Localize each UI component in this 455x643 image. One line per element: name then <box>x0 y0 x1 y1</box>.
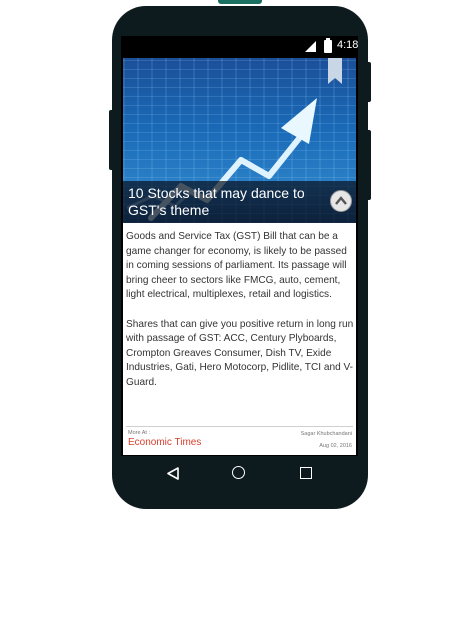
publish-date: Aug 02, 2016 <box>319 443 352 449</box>
footer-divider <box>126 426 353 427</box>
battery-icon <box>324 38 332 53</box>
status-bar: 4:18 <box>121 36 358 56</box>
recents-icon[interactable] <box>300 467 312 479</box>
article-title: 10 Stocks that may dance to GST's theme <box>128 185 305 218</box>
phone-power-button <box>366 62 371 102</box>
collapse-button[interactable] <box>330 190 352 212</box>
phone-side-button <box>109 110 114 170</box>
back-icon[interactable] <box>167 467 179 480</box>
status-time: 4:18 <box>337 39 359 51</box>
chevron-up-icon <box>335 196 347 205</box>
news-card[interactable]: 10 Stocks that may dance to GST's theme … <box>123 58 356 455</box>
hero-image: 10 Stocks that may dance to GST's theme <box>123 58 356 223</box>
article-paragraph: Goods and Service Tax (GST) Bill that ca… <box>126 231 347 301</box>
phone-volume-button <box>366 130 371 200</box>
more-at-label: More At : <box>128 430 151 436</box>
bookmark-icon[interactable] <box>328 58 342 84</box>
author-name: Sagar Khubchandani <box>300 431 352 437</box>
navigation-bar <box>121 456 358 490</box>
signal-icon <box>305 41 316 52</box>
home-icon[interactable] <box>232 466 245 479</box>
phone-accent <box>218 0 262 4</box>
source-link[interactable]: Economic Times <box>128 437 201 448</box>
article-body: Goods and Service Tax (GST) Bill that ca… <box>126 230 354 405</box>
screen: 4:18 10 Stocks that may dance to GST's t… <box>121 36 358 456</box>
article-paragraph: Shares that can give you positive return… <box>126 318 354 388</box>
